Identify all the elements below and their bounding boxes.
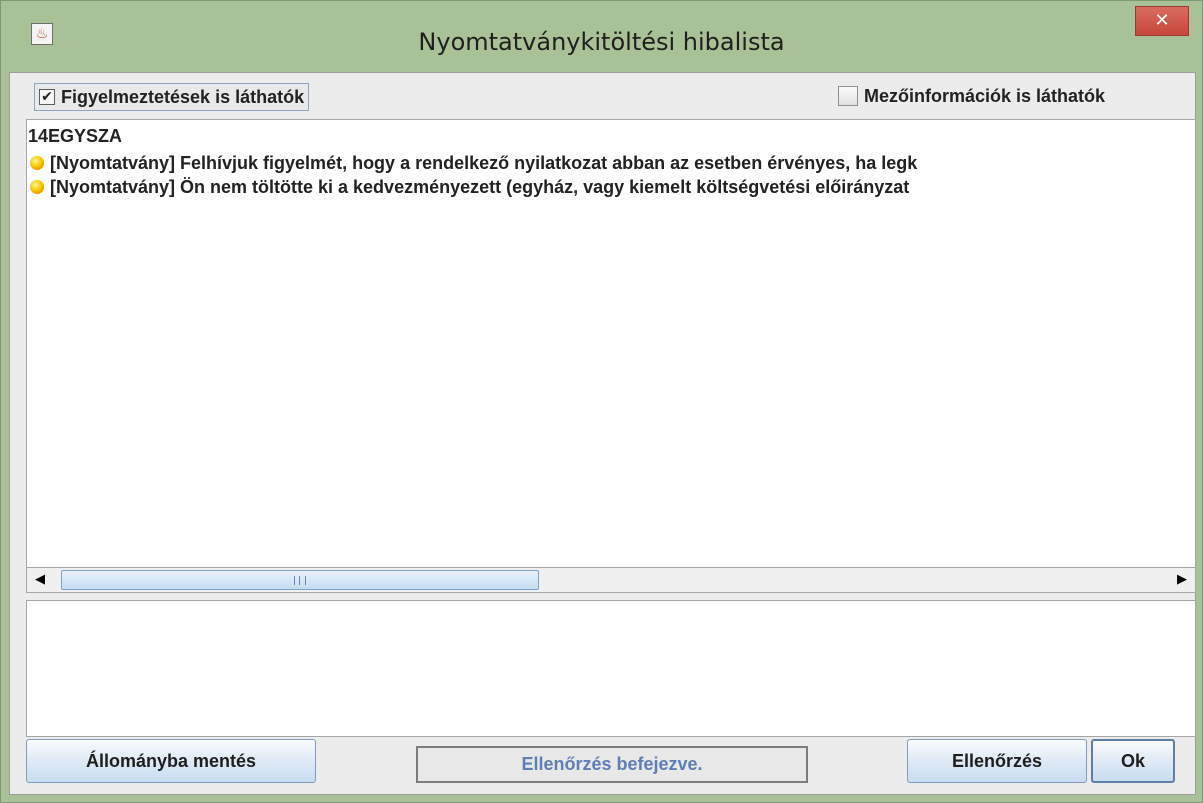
warnings-checkbox[interactable]: ✔	[39, 89, 55, 105]
close-button[interactable]: ✕	[1135, 6, 1189, 36]
options-bar: ✔ Figyelmeztetések is láthatók Mezőinfor…	[10, 73, 1195, 119]
fieldinfo-checkbox[interactable]	[838, 86, 858, 106]
list-item[interactable]: [Nyomtatvány] Felhívjuk figyelmét, hogy …	[27, 151, 917, 175]
dialog-content: ✔ Figyelmeztetések is láthatók Mezőinfor…	[9, 72, 1196, 795]
scroll-left-icon[interactable]: ◀	[27, 568, 53, 592]
error-list[interactable]: 14EGYSZA [Nyomtatvány] Felhívjuk figyelm…	[26, 119, 1196, 593]
warnings-checkbox-label[interactable]: Figyelmeztetések is láthatók	[61, 87, 304, 108]
dialog-window: ♨ Nyomtatványkitöltési hibalista ✕ ✔ Fig…	[0, 0, 1203, 803]
list-item-text: [Nyomtatvány] Felhívjuk figyelmét, hogy …	[50, 152, 918, 173]
group-title: 14EGYSZA	[28, 126, 123, 146]
warning-dot-icon	[30, 180, 44, 194]
fieldinfo-checkbox-label[interactable]: Mezőinformációk is láthatók	[864, 86, 1105, 107]
warnings-checkbox-row[interactable]: ✔ Figyelmeztetések is láthatók	[34, 83, 310, 111]
scroll-right-icon[interactable]: ▶	[1169, 568, 1195, 592]
ok-button[interactable]: Ok	[1091, 739, 1175, 783]
check-button[interactable]: Ellenőrzés	[907, 739, 1087, 783]
window-title: Nyomtatványkitöltési hibalista	[418, 28, 785, 56]
grip-icon	[294, 576, 306, 585]
warning-dot-icon	[30, 156, 44, 170]
list-item-text: [Nyomtatvány] Ön nem töltötte ki a kedve…	[50, 176, 910, 197]
scrollbar-thumb[interactable]	[61, 570, 539, 590]
detail-pane[interactable]	[26, 600, 1196, 737]
fieldinfo-checkbox-row[interactable]: Mezőinformációk is láthatók	[838, 83, 1105, 109]
status-field: Ellenőrzés befejezve.	[416, 746, 808, 783]
list-item[interactable]: [Nyomtatvány] Ön nem töltötte ki a kedve…	[27, 175, 909, 199]
save-to-file-button[interactable]: Állományba mentés	[26, 739, 316, 783]
title-bar[interactable]: ♨ Nyomtatványkitöltési hibalista ✕	[1, 1, 1202, 71]
horizontal-scrollbar[interactable]: ◀ ▶	[26, 567, 1196, 593]
